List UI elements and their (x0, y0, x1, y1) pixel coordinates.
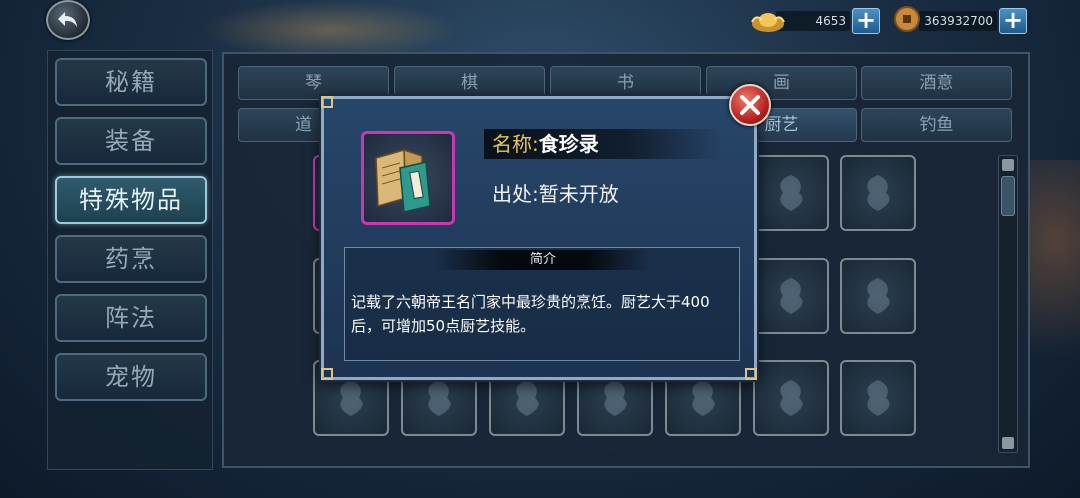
recipe-book-icon (375, 148, 431, 213)
add-gold-button[interactable]: + (852, 8, 880, 34)
gold-amount: 4653 (815, 14, 846, 28)
item-scrollbar[interactable] (998, 155, 1018, 453)
tab-painting[interactable]: 画 (706, 66, 857, 100)
tab-calligraphy[interactable]: 书 (550, 66, 701, 100)
sidebar-item-equipment[interactable]: 装备 (55, 117, 207, 165)
item-source-value: 暂未开放 (538, 182, 619, 206)
dragon-emblem-icon (867, 278, 890, 314)
item-name-row: 名称:食珍录 (484, 129, 724, 159)
background-glow (200, 0, 460, 60)
gold-currency: 4653 + (750, 8, 880, 34)
sidebar-item-formations[interactable]: 阵法 (55, 294, 207, 342)
item-detail-popup: 名称:食珍录 出处:暂未开放 简介 记载了六朝帝王名门家中最珍贵的烹饪。厨艺大于… (321, 96, 757, 380)
item-slot[interactable] (753, 360, 829, 436)
item-name-value: 食珍录 (538, 132, 599, 156)
back-arrow-icon (58, 12, 77, 27)
item-slot[interactable] (840, 155, 916, 231)
item-description: 记载了六朝帝王名门家中最珍贵的烹饪。厨艺大于400后，可增加50点厨艺技能。 (351, 293, 710, 335)
add-coin-button[interactable]: + (999, 8, 1027, 34)
sidebar-item-secret-books[interactable]: 秘籍 (55, 58, 207, 106)
dragon-emblem-icon (780, 278, 803, 314)
dragon-emblem-icon (780, 380, 803, 416)
dragon-emblem-icon (340, 380, 363, 416)
corner-ornament (321, 96, 333, 108)
dragon-emblem-icon (428, 380, 451, 416)
scroll-down-arrow-icon[interactable] (1002, 437, 1014, 449)
item-source-label: 出处: (492, 182, 539, 206)
sidebar-item-pets[interactable]: 宠物 (55, 353, 207, 401)
item-name-label: 名称: (492, 132, 539, 156)
item-slot[interactable] (753, 155, 829, 231)
dragon-emblem-icon (692, 380, 715, 416)
coin-amount: 363932700 (924, 14, 993, 28)
dragon-emblem-icon (516, 380, 539, 416)
back-button[interactable] (46, 0, 90, 40)
close-popup-button[interactable] (729, 84, 771, 126)
dragon-emblem-icon (867, 380, 890, 416)
item-icon-frame (361, 131, 455, 225)
scroll-up-arrow-icon[interactable] (1002, 159, 1014, 171)
scroll-thumb[interactable] (1001, 176, 1015, 216)
tab-wine[interactable]: 酒意 (861, 66, 1012, 100)
item-slot[interactable] (753, 258, 829, 334)
category-sidebar: 秘籍 装备 特殊物品 药烹 阵法 宠物 (47, 50, 213, 470)
close-icon (740, 95, 760, 115)
item-source-row: 出处:暂未开放 (492, 179, 619, 209)
tab-chess[interactable]: 棋 (394, 66, 545, 100)
corner-ornament (745, 368, 757, 380)
gold-ingot-icon (751, 13, 785, 32)
item-slot[interactable] (840, 360, 916, 436)
dragon-emblem-icon (604, 380, 627, 416)
sidebar-item-special-items[interactable]: 特殊物品 (55, 176, 207, 224)
tab-qin[interactable]: 琴 (238, 66, 389, 100)
dragon-emblem-icon (780, 175, 803, 211)
coin-currency: 363932700 + (893, 6, 1027, 34)
corner-ornament (321, 368, 333, 380)
dragon-emblem-icon (867, 175, 890, 211)
description-header: 简介 (435, 250, 651, 270)
item-description-box: 简介 记载了六朝帝王名门家中最珍贵的烹饪。厨艺大于400后，可增加50点厨艺技能… (344, 247, 740, 361)
sidebar-item-medicine-cooking[interactable]: 药烹 (55, 235, 207, 283)
tab-fishing[interactable]: 钓鱼 (861, 108, 1012, 142)
item-slot[interactable] (840, 258, 916, 334)
